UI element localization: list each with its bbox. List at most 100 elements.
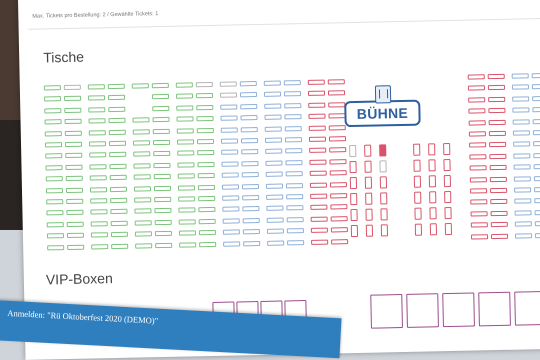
table-seat[interactable] <box>364 160 372 173</box>
table-seat[interactable] <box>488 108 506 114</box>
table-seat[interactable] <box>109 163 127 169</box>
table-seat[interactable] <box>111 243 129 249</box>
table-seat[interactable] <box>88 141 107 147</box>
table-seat[interactable] <box>533 164 540 170</box>
table-seat[interactable] <box>242 217 260 224</box>
table-seat[interactable] <box>469 142 487 148</box>
table-seat[interactable] <box>242 229 260 235</box>
table-seat[interactable] <box>88 118 106 124</box>
table-seat[interactable] <box>283 80 301 86</box>
table-seat[interactable] <box>64 96 82 102</box>
table-seat[interactable] <box>533 141 540 147</box>
table-seat[interactable] <box>490 210 508 216</box>
table-seat[interactable] <box>64 118 82 125</box>
table-seat[interactable] <box>265 183 283 189</box>
table-seat[interactable] <box>469 165 487 171</box>
table-seat[interactable] <box>197 173 215 179</box>
table-seat[interactable] <box>534 186 540 193</box>
table-seat[interactable] <box>286 205 304 211</box>
table-seat[interactable] <box>66 198 84 205</box>
table-seat[interactable] <box>196 104 214 111</box>
table-seat[interactable] <box>490 187 508 194</box>
table-seat[interactable] <box>133 151 151 158</box>
vip-box[interactable] <box>370 294 403 329</box>
table-seat[interactable] <box>241 149 259 155</box>
table-seat[interactable] <box>198 218 216 225</box>
table-seat[interactable] <box>364 176 373 189</box>
table-seat[interactable] <box>490 221 508 228</box>
table-seat[interactable] <box>512 107 530 113</box>
table-seat[interactable] <box>264 137 283 143</box>
table-seat[interactable] <box>219 81 237 87</box>
table-seat[interactable] <box>65 153 83 159</box>
table-seat[interactable] <box>308 125 326 131</box>
table-seat[interactable] <box>379 160 387 173</box>
table-seat[interactable] <box>284 137 303 143</box>
table-seat[interactable] <box>328 101 346 108</box>
table-seat[interactable] <box>88 129 106 136</box>
table-seat[interactable] <box>265 171 283 178</box>
table-seat[interactable] <box>43 85 61 91</box>
table-seat[interactable] <box>44 142 63 148</box>
table-seat[interactable] <box>513 164 531 170</box>
table-seat[interactable] <box>89 186 108 193</box>
table-seat[interactable] <box>309 147 327 154</box>
table-seat[interactable] <box>134 208 152 214</box>
table-seat[interactable] <box>511 73 529 79</box>
table-seat[interactable] <box>532 118 540 124</box>
vip-box[interactable] <box>406 293 439 328</box>
table-seat[interactable] <box>65 187 84 193</box>
table-seat[interactable] <box>44 130 62 137</box>
table-seat[interactable] <box>221 184 240 190</box>
table-seat[interactable] <box>284 125 302 132</box>
table-seat[interactable] <box>198 230 216 236</box>
table-seat[interactable] <box>331 238 349 245</box>
table-seat[interactable] <box>380 208 388 221</box>
table-seat[interactable] <box>414 207 422 220</box>
table-seat[interactable] <box>176 93 194 100</box>
table-seat[interactable] <box>222 218 240 224</box>
table-seat[interactable] <box>444 222 453 236</box>
table-seat[interactable] <box>470 211 488 217</box>
table-seat[interactable] <box>513 141 531 148</box>
table-seat[interactable] <box>196 127 214 133</box>
table-seat[interactable] <box>428 143 436 156</box>
table-seat[interactable] <box>151 82 169 89</box>
table-seat[interactable] <box>219 92 238 99</box>
table-seat[interactable] <box>264 103 282 109</box>
table-seat[interactable] <box>90 209 108 215</box>
table-seat[interactable] <box>327 79 345 85</box>
table-seat[interactable] <box>328 124 346 131</box>
table-seat[interactable] <box>198 207 216 213</box>
table-seat[interactable] <box>153 162 171 168</box>
table-seat[interactable] <box>240 115 258 121</box>
table-seat[interactable] <box>155 242 173 248</box>
table-seat[interactable] <box>44 107 62 114</box>
table-seat[interactable] <box>513 175 531 182</box>
table-seat[interactable] <box>152 105 170 112</box>
table-seat[interactable] <box>512 130 530 136</box>
table-seat[interactable] <box>152 94 170 100</box>
table-seat[interactable] <box>176 105 194 111</box>
table-seat[interactable] <box>89 152 107 158</box>
table-seat[interactable] <box>310 204 328 211</box>
table-seat[interactable] <box>470 222 488 228</box>
table-seat[interactable] <box>45 187 64 194</box>
table-seat[interactable] <box>241 172 259 178</box>
table-seat[interactable] <box>110 197 128 204</box>
table-seat[interactable] <box>470 188 488 194</box>
table-seat[interactable] <box>240 103 258 110</box>
table-seat[interactable] <box>284 102 302 109</box>
table-seat[interactable] <box>489 164 507 171</box>
table-seat[interactable] <box>379 176 388 189</box>
table-seat[interactable] <box>428 159 436 172</box>
table-seat[interactable] <box>131 83 149 89</box>
table-seat[interactable] <box>263 80 281 86</box>
table-seat[interactable] <box>470 199 488 205</box>
table-seat[interactable] <box>108 117 126 124</box>
table-seat[interactable] <box>330 193 348 199</box>
table-seat[interactable] <box>154 219 172 225</box>
table-seat-selected[interactable] <box>379 144 387 157</box>
table-seat[interactable] <box>240 138 259 144</box>
table-seat[interactable] <box>266 217 284 223</box>
